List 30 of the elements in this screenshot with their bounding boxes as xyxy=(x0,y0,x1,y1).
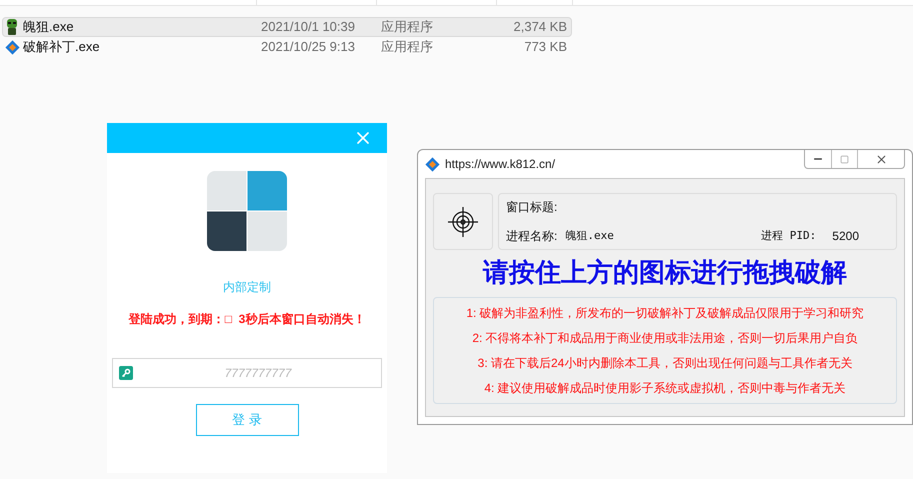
notice-line: 1: 破解为非盈利性，所发布的一切破解补丁及破解成品仅限用于学习和研究 xyxy=(466,305,864,322)
window-title-label: 窗口标题: xyxy=(506,199,558,216)
notice-line: 4: 建议使用破解成品时使用影子系统或虚拟机，否则中毒与作者无关 xyxy=(484,380,846,397)
process-name: 魄狙.exe xyxy=(565,228,614,244)
subtitle: 内部定制 xyxy=(223,279,271,296)
diamond-app-icon xyxy=(4,40,20,54)
creature-icon xyxy=(5,19,19,35)
status-message: 登陆成功，到期：□ 3秒后本窗口自动消失！ xyxy=(128,311,366,328)
file-date: 2021/10/1 10:39 xyxy=(261,18,356,36)
pid-value: 5200 xyxy=(832,228,859,245)
key-field[interactable]: 7777777777 xyxy=(112,358,382,388)
file-date: 2021/10/25 9:13 xyxy=(261,38,356,56)
icon-panel[interactable] xyxy=(433,193,493,250)
close-icon[interactable] xyxy=(874,152,888,166)
file-name: 破解补丁.exe xyxy=(22,38,101,56)
crosshair-icon[interactable] xyxy=(447,206,479,238)
drag-instruction: 请按住上方的图标进行拖拽破解 xyxy=(482,257,848,290)
file-type: 应用程序 xyxy=(381,18,434,36)
file-type: 应用程序 xyxy=(381,38,434,56)
file-row[interactable]: 魄狙.exe 2021/10/1 10:39 应用程序 2,374 KB xyxy=(2,17,572,37)
file-size: 2,374 KB xyxy=(512,18,567,36)
pid-label: 进程 PID: xyxy=(761,228,816,244)
process-name-label: 进程名称: xyxy=(506,228,558,245)
window-title: https://www.k812.cn/ xyxy=(445,156,556,173)
file-size: 773 KB xyxy=(523,38,567,56)
file-name: 魄狙.exe xyxy=(22,18,75,36)
key-icon xyxy=(119,366,133,380)
file-row[interactable]: 破解补丁.exe 2021/10/25 9:13 应用程序 773 KB xyxy=(2,37,572,57)
notice-line: 3: 请在下载后24小时内删除本工具，否则出现任何问题与工具作者无关 xyxy=(478,355,852,372)
notice-line: 2: 不得将本补丁和成品用于商业使用或非法用途，否则一切后果用户自负 xyxy=(472,330,858,347)
